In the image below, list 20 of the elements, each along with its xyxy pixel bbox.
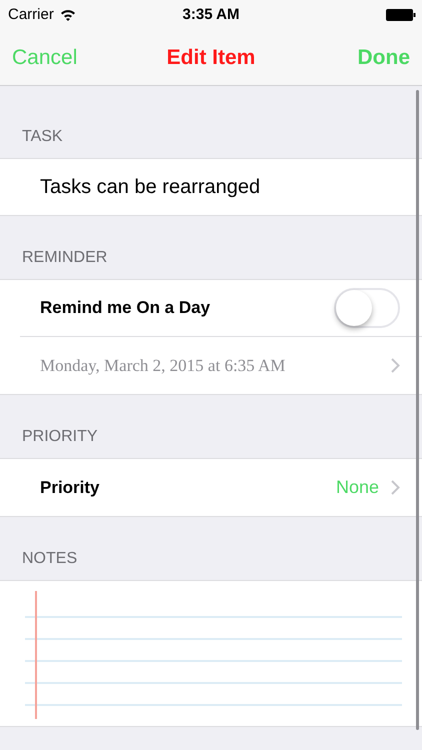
task-text: Tasks can be rearranged — [40, 175, 260, 200]
notes-area[interactable] — [0, 581, 422, 726]
carrier-text: Carrier — [8, 4, 54, 25]
priority-label: Priority — [40, 476, 101, 499]
done-button[interactable]: Done — [358, 42, 410, 74]
section-header: TASK — [22, 127, 63, 147]
cancel-button[interactable]: Cancel — [12, 42, 78, 74]
chevron-icon — [391, 480, 400, 495]
section-header: NOTES — [22, 549, 78, 569]
priority-value: None — [336, 476, 379, 499]
wifi-icon — [60, 9, 76, 21]
section-header: PRIORITY — [22, 427, 98, 447]
nav-title: Edit Item — [166, 44, 256, 71]
section-header: REMINDER — [22, 248, 108, 268]
date-text: Monday, March 2, 2015 at 6:35 AM — [40, 354, 286, 377]
toggle-switch[interactable] — [334, 288, 400, 328]
battery-icon — [386, 9, 416, 21]
time-text: 3:35 AM — [182, 4, 240, 25]
chevron-icon — [391, 358, 400, 373]
toggle-label: Remind me On a Day — [40, 297, 210, 320]
